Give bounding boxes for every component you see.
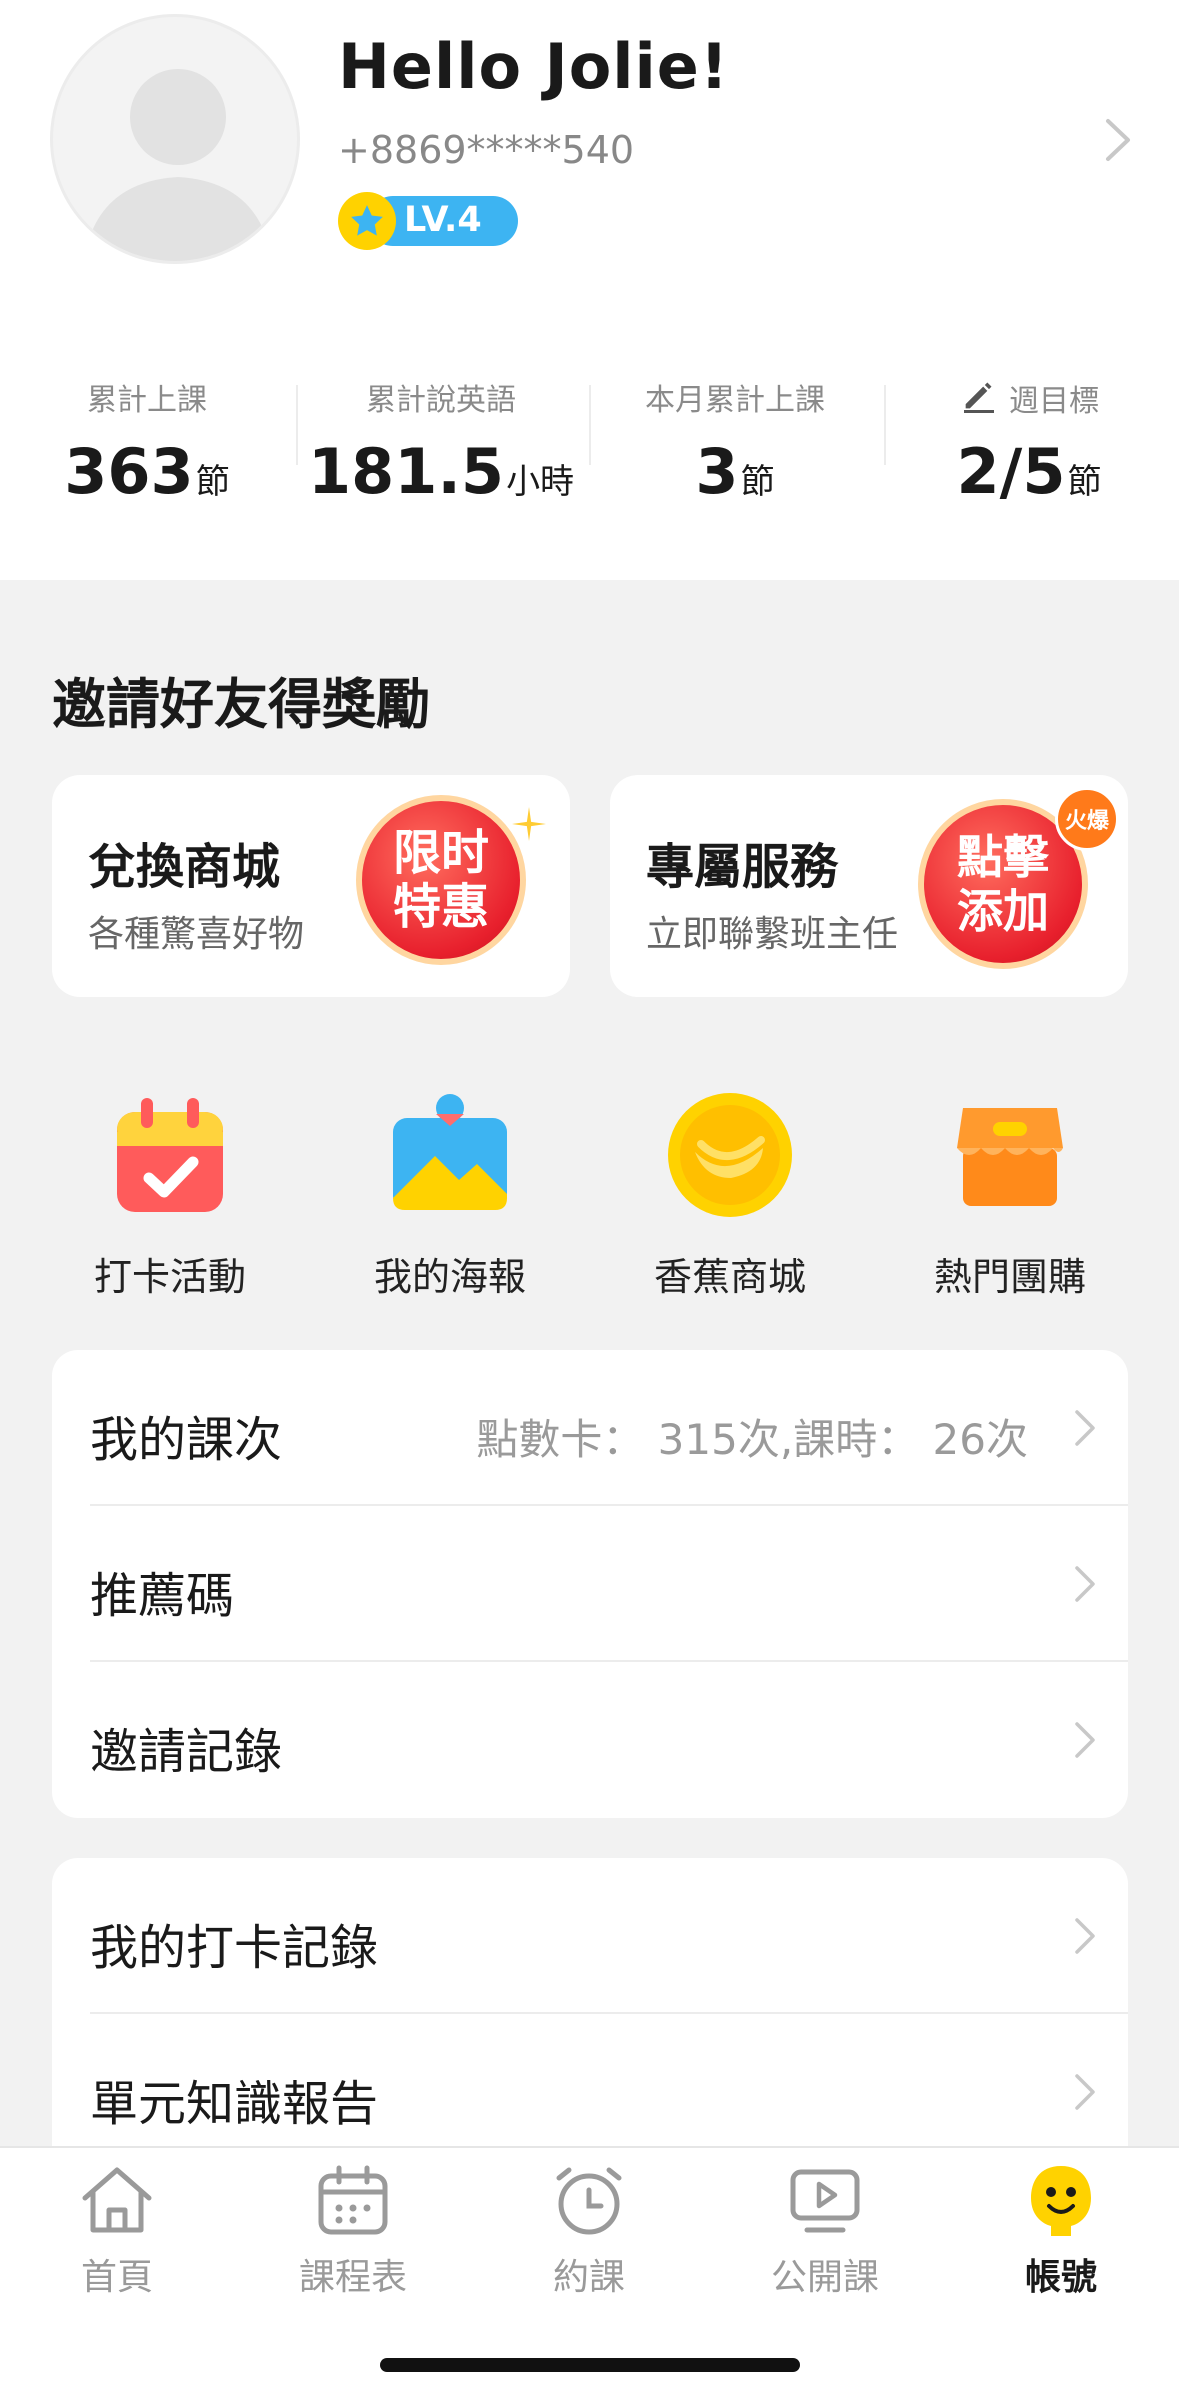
level-badge: LV.4 xyxy=(338,192,518,250)
tab-label: 約課 xyxy=(552,2257,625,2298)
list-row-unit-report[interactable]: 單元知識報告 xyxy=(52,2014,1128,2148)
stat-label: 累計上課 xyxy=(87,383,207,418)
card-title: 兌換商城 xyxy=(88,839,281,895)
avatar[interactable] xyxy=(50,14,300,264)
list-row-invite-records[interactable]: 邀請記錄 xyxy=(52,1662,1128,1818)
pencil-icon[interactable] xyxy=(959,375,999,415)
chevron-right-icon[interactable] xyxy=(1100,115,1136,165)
poster-image-icon xyxy=(385,1090,515,1220)
chevron-right-icon xyxy=(1075,1722,1095,1758)
level-label: LV.4 xyxy=(404,200,482,240)
row-value: 點數卡： 315次,課時： 26次 xyxy=(476,1415,1028,1464)
row-label: 邀請記錄 xyxy=(90,1724,283,1780)
schedule-icon xyxy=(318,2165,388,2235)
greeting-text: Hello Jolie! xyxy=(338,30,730,103)
quick-action-poster[interactable]: 我的海報 xyxy=(310,1090,590,1301)
list-row-my-lessons[interactable]: 我的課次 點數卡： 315次,課時： 26次 xyxy=(52,1350,1128,1506)
quick-action-checkin[interactable]: 打卡活動 xyxy=(30,1090,310,1301)
tab-home[interactable]: 首頁 xyxy=(17,2162,217,2300)
tab-label: 首頁 xyxy=(80,2257,153,2298)
row-label: 推薦碼 xyxy=(90,1568,235,1624)
chevron-right-icon xyxy=(1075,2074,1095,2110)
quick-action-label: 香蕉商城 xyxy=(653,1255,806,1299)
list-row-checkin-records[interactable]: 我的打卡記錄 xyxy=(52,1858,1128,2014)
quick-action-label: 我的海報 xyxy=(373,1255,526,1299)
stat-weekly-goal[interactable]: 週目標 2/5節 xyxy=(884,375,1174,508)
list-row-referral-code[interactable]: 推薦碼 xyxy=(52,1506,1128,1662)
tab-open-class[interactable]: 公開課 xyxy=(725,2162,925,2300)
quick-action-label: 打卡活動 xyxy=(93,1255,246,1299)
quick-action-banana-mall[interactable]: 香蕉商城 xyxy=(590,1090,870,1301)
stat-value: 2/5 xyxy=(956,435,1066,508)
chevron-right-icon xyxy=(1075,1918,1095,1954)
banana-coin-icon xyxy=(665,1090,795,1220)
row-label: 我的課次 xyxy=(90,1412,283,1468)
chevron-right-icon xyxy=(1075,1410,1095,1446)
tab-label: 帳號 xyxy=(1024,2257,1097,2298)
card-subtitle: 立即聯繫班主任 xyxy=(646,914,899,955)
default-avatar-icon xyxy=(83,69,273,261)
tab-label: 課程表 xyxy=(298,2257,407,2298)
quick-action-label: 熱門團購 xyxy=(933,1255,1086,1299)
star-icon xyxy=(338,192,396,250)
stat-label: 累計說英語 xyxy=(366,383,516,418)
chevron-right-icon xyxy=(1075,1566,1095,1602)
home-icon xyxy=(82,2167,152,2233)
sparkle-icon xyxy=(512,807,546,841)
card-subtitle: 各種驚喜好物 xyxy=(88,914,305,955)
tab-account[interactable]: 帳號 xyxy=(961,2162,1161,2300)
quick-action-group-buy[interactable]: 熱門團購 xyxy=(870,1090,1150,1301)
hot-tag: 火爆 xyxy=(1055,787,1119,851)
stat-value: 181.5 xyxy=(307,435,505,508)
stat-unit: 節 xyxy=(1067,462,1102,502)
stat-total-lessons: 累計上課 363節 xyxy=(2,375,292,508)
alarm-clock-icon xyxy=(556,2167,622,2235)
home-indicator[interactable] xyxy=(380,2358,800,2372)
card-title: 專屬服務 xyxy=(646,839,839,895)
stat-month-lessons: 本月累計上課 3節 xyxy=(590,375,880,508)
account-list-1: 我的課次 點數卡： 315次,課時： 26次 推薦碼 邀請記錄 xyxy=(52,1350,1128,1818)
shop-icon xyxy=(945,1090,1075,1220)
profile-header: Hello Jolie! +8869*****540 LV.4 累計上課 363… xyxy=(0,0,1179,580)
exclusive-service-card[interactable]: 專屬服務 立即聯繫班主任 點擊添加 火爆 xyxy=(610,775,1128,997)
invite-section-title: 邀請好友得獎勵 xyxy=(52,673,430,736)
tab-book-class[interactable]: 約課 xyxy=(489,2162,689,2300)
video-play-icon xyxy=(790,2169,860,2233)
row-label: 我的打卡記錄 xyxy=(90,1920,379,1976)
stat-unit: 節 xyxy=(195,462,230,502)
stat-label: 週目標 xyxy=(1009,384,1099,419)
tab-label: 公開課 xyxy=(770,2257,879,2298)
tab-schedule[interactable]: 課程表 xyxy=(253,2162,453,2300)
stat-unit: 小時 xyxy=(506,462,575,502)
phone-number: +8869*****540 xyxy=(338,128,635,172)
limited-offer-badge: 限时特惠 xyxy=(356,795,526,965)
stat-value: 3 xyxy=(695,435,739,508)
row-label: 單元知識報告 xyxy=(90,2076,379,2132)
redeem-mall-card[interactable]: 兌換商城 各種驚喜好物 限时特惠 xyxy=(52,775,570,997)
calendar-check-icon xyxy=(105,1090,235,1220)
stat-value: 363 xyxy=(64,435,194,508)
account-smile-icon xyxy=(1031,2166,1091,2236)
stat-speaking-hours: 累計說英語 181.5小時 xyxy=(296,375,586,508)
account-list-2: 我的打卡記錄 單元知識報告 xyxy=(52,1858,1128,2148)
stat-unit: 節 xyxy=(740,462,775,502)
stat-label: 本月累計上課 xyxy=(645,383,825,418)
